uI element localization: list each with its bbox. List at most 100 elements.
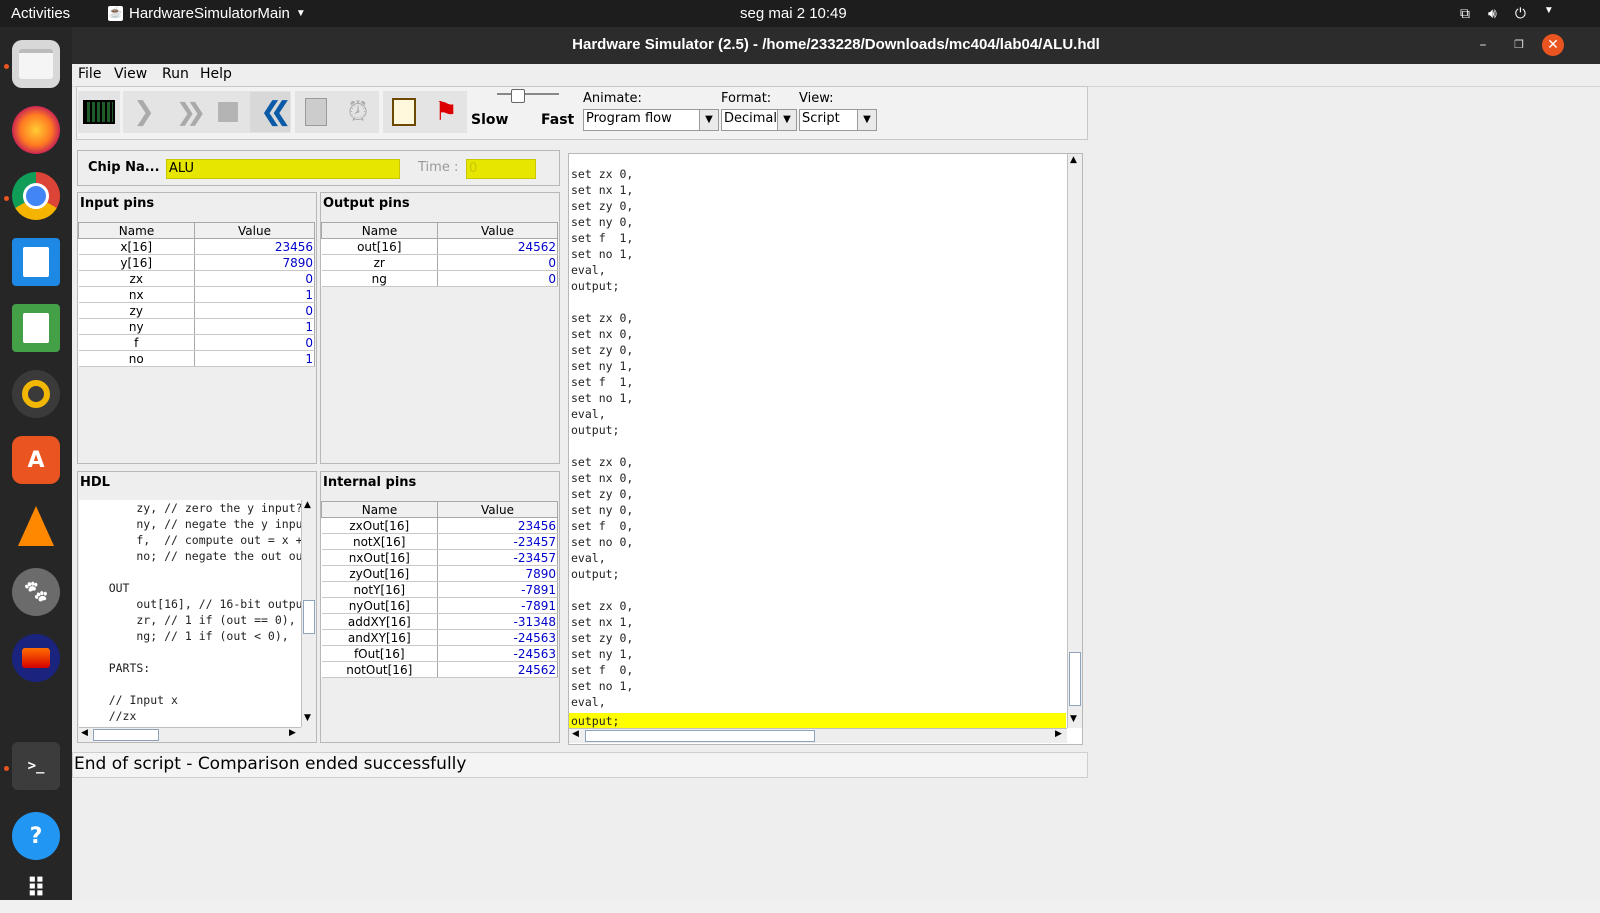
clock-button[interactable]: ⏰︎ [337,91,379,133]
scroll-thumb[interactable] [93,729,159,741]
pin-value[interactable]: -23457 [437,549,558,566]
stop-button[interactable] [207,91,249,133]
column-header-value[interactable]: Value [437,222,558,239]
menu-view[interactable]: View [114,66,147,82]
rhythmbox-icon[interactable] [12,370,60,418]
input-pin-row[interactable]: no 1 [78,350,315,367]
single-step-button[interactable]: ❯ [123,91,165,133]
internal-pin-row[interactable]: nyOut[16] -7891 [321,597,558,614]
terminal-icon[interactable]: >_ [12,742,60,790]
vlc-icon[interactable] [12,502,60,550]
input-pin-row[interactable]: x[16] 23456 [78,238,315,255]
column-header-name[interactable]: Name [321,222,438,239]
pin-value[interactable]: 0 [437,254,558,271]
scroll-up-icon[interactable]: ▲ [1070,155,1077,165]
input-pin-row[interactable]: nx 1 [78,286,315,303]
output-pin-row[interactable]: out[16] 24562 [321,238,558,255]
audacity-icon[interactable] [12,634,60,682]
internal-pin-row[interactable]: notY[16] -7891 [321,581,558,598]
scroll-right-icon[interactable]: ▶ [289,728,296,738]
pin-value[interactable]: 24562 [437,661,558,678]
firefox-icon[interactable] [12,106,60,154]
scroll-up-icon[interactable]: ▲ [304,500,311,510]
pin-value[interactable]: 24562 [437,238,558,255]
scroll-down-icon[interactable]: ▼ [304,713,311,723]
pin-value[interactable]: 0 [437,270,558,287]
pin-value[interactable]: -7891 [437,581,558,598]
pin-value[interactable]: 1 [194,286,315,303]
speed-slider-thumb[interactable] [511,89,525,103]
pin-value[interactable]: 0 [194,270,315,287]
chrome-icon[interactable] [12,172,60,220]
gimp-icon[interactable]: 🐾︎ [12,568,60,616]
hdl-code-area[interactable]: zy, // zero the y input? ny, // negate t… [79,500,301,727]
internal-pin-row[interactable]: zxOut[16] 23456 [321,517,558,534]
scroll-thumb[interactable] [303,600,315,634]
script-horizontal-scrollbar[interactable]: ◀ ▶ [569,728,1067,743]
hdl-horizontal-scrollbar[interactable]: ◀ ▶ [79,727,301,742]
speed-slider-track[interactable] [497,93,559,95]
load-chip-button[interactable] [78,91,120,133]
app-grid-icon[interactable]: ⠿ [12,865,60,913]
internal-pin-row[interactable]: fOut[16] -24563 [321,645,558,662]
pin-value[interactable]: 7890 [194,254,315,271]
pin-value[interactable]: -24563 [437,645,558,662]
pin-value[interactable]: 23456 [194,238,315,255]
pin-value[interactable]: -24563 [437,629,558,646]
pin-value[interactable]: 0 [194,302,315,319]
animate-select[interactable]: Program flow ▼ [583,109,719,131]
internal-pin-row[interactable]: zyOut[16] 7890 [321,565,558,582]
input-pin-row[interactable]: y[16] 7890 [78,254,315,271]
internal-pin-row[interactable]: addXY[16] -31348 [321,613,558,630]
menu-help[interactable]: Help [200,66,232,82]
maximize-icon[interactable]: ❐ [1508,34,1530,56]
input-pin-row[interactable]: f0 [78,334,315,351]
pin-value[interactable]: -31348 [437,613,558,630]
breakpoints-button[interactable]: ⚑ [425,91,467,133]
scroll-thumb[interactable] [585,730,815,742]
script-code[interactable]: set zx 0, set nx 1, set zy 0, set ny 0, set … [571,166,633,710]
view-select[interactable]: Script ▼ [799,109,877,131]
column-header-name[interactable]: Name [78,222,195,239]
output-pin-row[interactable]: zr 0 [321,254,558,271]
window-titlebar[interactable]: Hardware Simulator (2.5) - /home/233228/… [72,27,1600,64]
pin-value[interactable]: 1 [194,318,315,335]
pin-value[interactable]: -7891 [437,597,558,614]
app-menu[interactable]: ☕ HardwareSimulatorMain ▼ [108,5,306,22]
files-icon[interactable] [12,40,60,88]
internal-pin-row[interactable]: notOut[16] 24562 [321,661,558,678]
internal-pin-row[interactable]: nxOut[16] -23457 [321,549,558,566]
hdl-vertical-scrollbar[interactable]: ▲ ▼ [301,500,316,727]
script-vertical-scrollbar[interactable]: ▲ ▼ [1067,154,1082,728]
pin-value[interactable]: 7890 [437,565,558,582]
calc-icon[interactable] [12,304,60,352]
reset-button[interactable]: ❮❮ [249,91,292,133]
eval-button[interactable] [295,91,337,133]
writer-icon[interactable] [12,238,60,286]
internal-pin-row[interactable]: andXY[16] -24563 [321,629,558,646]
close-icon[interactable]: ✕ [1542,34,1564,56]
output-pin-row[interactable]: ng 0 [321,270,558,287]
scroll-left-icon[interactable]: ◀ [572,729,579,739]
script-button[interactable] [383,91,425,133]
software-icon[interactable]: A [12,436,60,484]
pin-value[interactable]: 0 [194,334,315,351]
pin-value[interactable]: -23457 [437,533,558,550]
input-pin-row[interactable]: ny 1 [78,318,315,335]
column-header-value[interactable]: Value [437,501,558,518]
menu-file[interactable]: File [78,66,101,82]
internal-pin-row[interactable]: notX[16] -23457 [321,533,558,550]
minimize-icon[interactable]: – [1472,34,1494,56]
run-button[interactable]: ❯❯ [165,91,207,133]
pin-value[interactable]: 23456 [437,517,558,534]
scroll-down-icon[interactable]: ▼ [1070,714,1077,724]
system-tray[interactable]: ⧉ 🔊︎ ⏻ ▼ [1460,5,1554,22]
activities-button[interactable]: Activities [11,5,70,22]
input-pin-row[interactable]: zy 0 [78,302,315,319]
scroll-right-icon[interactable]: ▶ [1055,729,1062,739]
clock[interactable]: seg mai 2 10:49 [740,5,847,22]
menu-run[interactable]: Run [162,66,189,82]
column-header-name[interactable]: Name [321,501,438,518]
column-header-value[interactable]: Value [194,222,315,239]
pin-value[interactable]: 1 [194,350,315,367]
